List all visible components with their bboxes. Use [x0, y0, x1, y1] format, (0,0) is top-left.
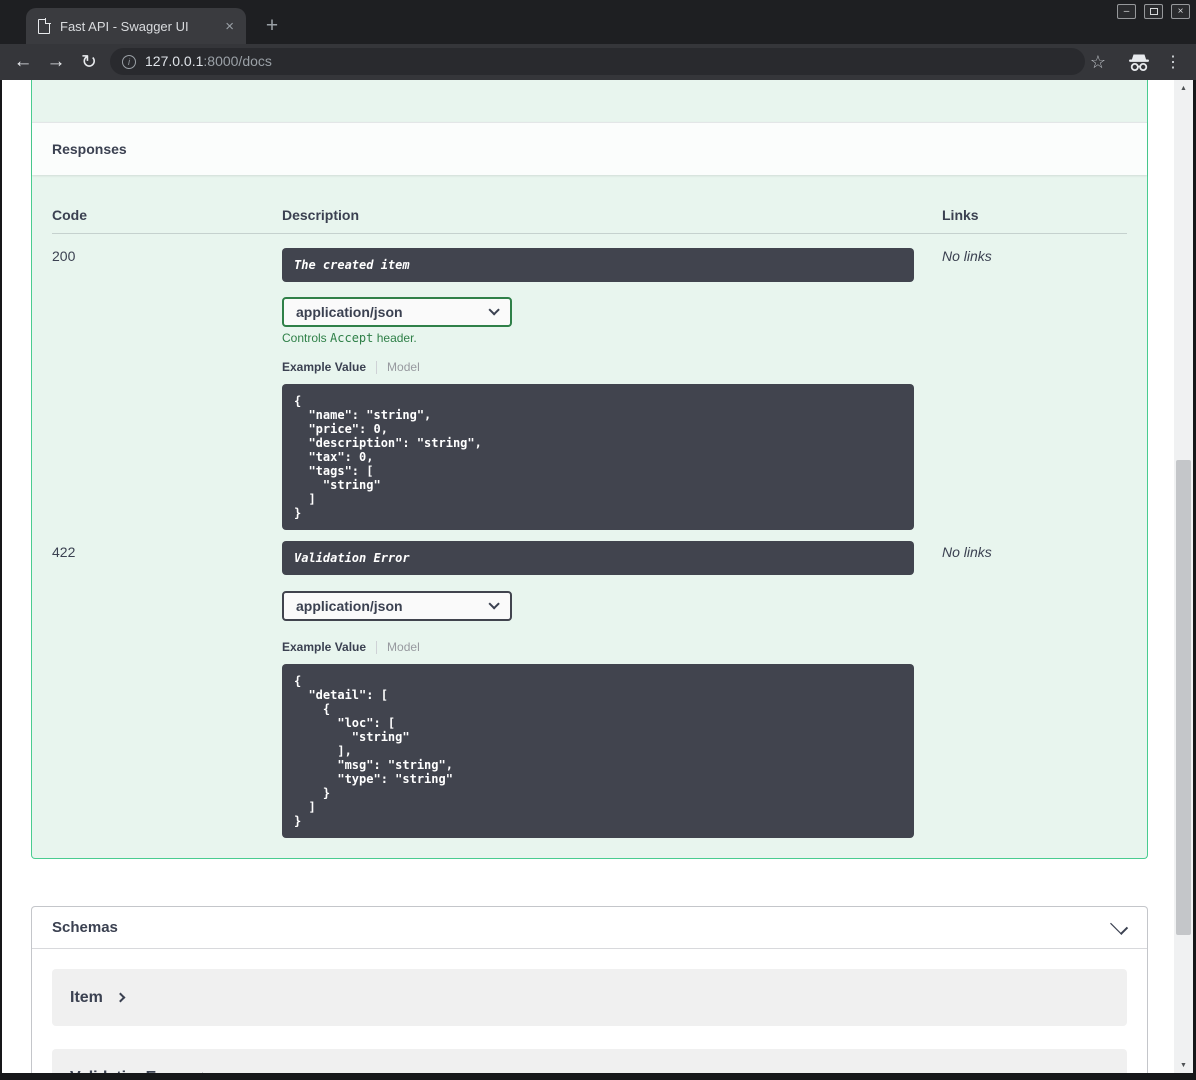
site-info-icon[interactable]: i	[122, 54, 136, 69]
chevron-down-icon	[488, 598, 500, 610]
tab-model[interactable]: Model	[387, 640, 420, 654]
column-header-links: Links	[942, 207, 979, 223]
example-json-200: { "name": "string", "price": 0, "descrip…	[282, 384, 914, 530]
page-favicon-icon	[38, 18, 51, 34]
response-code: 200	[52, 248, 76, 264]
scrollbar[interactable]: ▲ ▼	[1174, 80, 1193, 1073]
tab-title: Fast API - Swagger UI	[60, 18, 189, 34]
responses-section-header: Responses	[32, 122, 1147, 175]
browser-tab[interactable]: Fast API - Swagger UI ×	[26, 8, 246, 44]
chevron-down-icon	[488, 304, 500, 316]
browser-toolbar: ← → ↻ i 127.0.0.1:8000/docs ☆ ⋮	[0, 44, 1196, 80]
scroll-up-icon[interactable]: ▲	[1174, 80, 1193, 96]
schemas-header[interactable]: Schemas	[32, 907, 1147, 949]
opblock-post: Responses Code Description Links 200 The…	[31, 80, 1148, 859]
window-controls: – ×	[1117, 4, 1190, 19]
media-type-select[interactable]: application/json	[282, 591, 512, 621]
responses-table: Code Description Links 200 The created i…	[32, 175, 1147, 858]
url-host: 127.0.0.1	[145, 52, 204, 69]
schema-item[interactable]: Item	[52, 969, 1127, 1026]
response-description: The created item	[282, 248, 914, 282]
bookmark-star-icon[interactable]: ☆	[1086, 44, 1110, 80]
tab-strip: Fast API - Swagger UI × + – ×	[0, 0, 1196, 44]
tab-model[interactable]: Model	[387, 360, 420, 374]
tab-close-icon[interactable]: ×	[225, 19, 234, 34]
media-type-select[interactable]: application/json	[282, 297, 512, 327]
responses-title: Responses	[52, 141, 127, 157]
example-model-tabs: Example Value Model	[282, 360, 942, 374]
tab-example-value[interactable]: Example Value	[282, 360, 366, 374]
scroll-down-icon[interactable]: ▼	[1174, 1057, 1193, 1073]
minimize-button[interactable]: –	[1117, 4, 1136, 19]
schemas-section: Schemas Item ValidationError	[31, 906, 1148, 1073]
response-row-422: 422 Validation Error application/json Ex…	[52, 530, 1127, 838]
page-viewport: Responses Code Description Links 200 The…	[2, 80, 1193, 1073]
url-path: :8000/docs	[203, 52, 272, 69]
accept-header-note: Controls Accept header.	[282, 331, 417, 345]
example-json-422: { "detail": [ { "loc": [ "string" ], "ms…	[282, 664, 914, 838]
tab-separator	[376, 640, 378, 654]
response-row-200: 200 The created item application/json Co…	[52, 234, 1127, 530]
scrollbar-thumb[interactable]	[1176, 460, 1191, 935]
tab-example-value[interactable]: Example Value	[282, 640, 366, 654]
close-button[interactable]: ×	[1171, 4, 1190, 19]
reload-button[interactable]: ↻	[74, 44, 104, 80]
chevron-right-icon	[115, 992, 126, 1003]
forward-button[interactable]: →	[41, 44, 71, 80]
schemas-title: Schemas	[52, 919, 118, 936]
response-code: 422	[52, 544, 76, 560]
schema-validationerror[interactable]: ValidationError	[52, 1049, 1127, 1073]
links-value: No links	[942, 248, 992, 264]
new-tab-button[interactable]: +	[258, 12, 286, 40]
address-bar[interactable]: i 127.0.0.1:8000/docs	[110, 48, 1085, 75]
opblock-upper-area	[32, 80, 1147, 122]
maximize-icon	[1149, 8, 1158, 15]
schemas-body: Item ValidationError	[32, 949, 1147, 1073]
maximize-button[interactable]	[1144, 4, 1163, 19]
tab-separator	[376, 360, 378, 374]
column-header-description: Description	[282, 207, 360, 223]
links-value: No links	[942, 544, 992, 560]
browser-menu-icon[interactable]: ⋮	[1160, 44, 1186, 80]
column-header-code: Code	[52, 207, 87, 223]
example-model-tabs: Example Value Model	[282, 640, 942, 654]
response-description: Validation Error	[282, 541, 914, 575]
back-button[interactable]: ←	[8, 44, 38, 80]
incognito-icon	[1124, 44, 1154, 80]
chevron-down-icon[interactable]	[1110, 916, 1129, 935]
responses-table-header: Code Description Links	[52, 207, 1127, 234]
